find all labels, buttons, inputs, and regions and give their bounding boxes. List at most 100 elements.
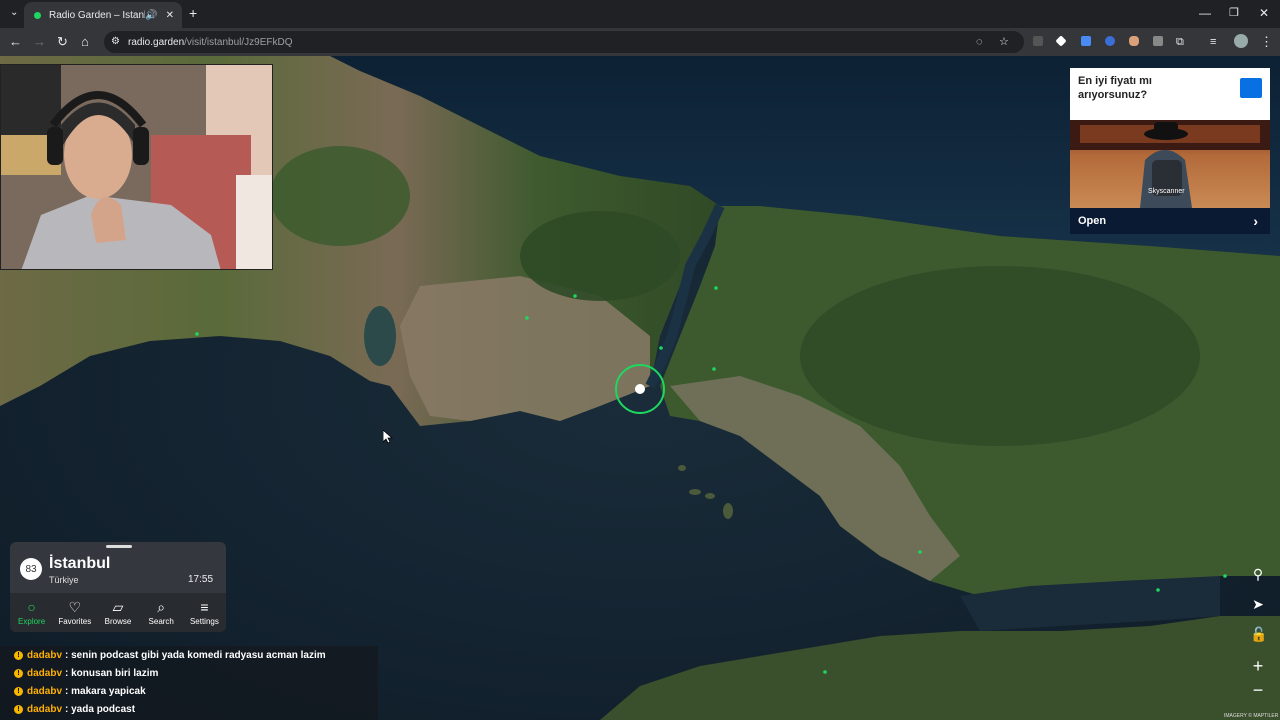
tab-search-icon[interactable]: ⌄ [10, 7, 18, 18]
extension-icon[interactable] [1153, 36, 1163, 46]
nav-label: Browse [104, 617, 132, 626]
station-dot[interactable] [573, 294, 577, 298]
chat-badge-icon: ! [14, 686, 23, 696]
heart-icon: ♡ [68, 599, 82, 615]
speaker-icon[interactable]: 🔊 [145, 10, 157, 21]
chat-text: : konusan biri lazim [65, 667, 159, 679]
chat-text: : yada podcast [65, 703, 136, 715]
nav-label: Explore [18, 617, 46, 626]
station-dot[interactable] [1156, 588, 1160, 592]
extension-icon[interactable] [1055, 35, 1067, 47]
forward-icon[interactable]: → [33, 34, 46, 50]
ad-headline: En iyi fiyatı mı arıyorsunuz? [1078, 75, 1152, 101]
station-dot[interactable] [659, 346, 663, 350]
nav-favorites[interactable]: ♡ Favorites [53, 593, 96, 632]
skyscanner-logo-icon [1240, 78, 1262, 98]
local-time: 17:55 [188, 574, 214, 585]
webcam-overlay [0, 64, 273, 270]
selected-station-dot[interactable] [635, 384, 645, 394]
station-dot[interactable] [195, 332, 199, 336]
chat-username: dadabv [27, 667, 63, 679]
ad-cta-label: Open [1078, 215, 1107, 227]
forest-area [270, 146, 410, 246]
island [689, 489, 701, 495]
explore-icon: ○ [27, 599, 36, 615]
nav-label: Search [148, 617, 174, 626]
city-name: İstanbul [49, 555, 111, 572]
station-dot[interactable] [712, 367, 716, 371]
ad-open-button[interactable]: Open › [1070, 208, 1270, 234]
extensions-puzzle-icon[interactable]: ⧉ [1176, 34, 1184, 50]
nav-explore[interactable]: ○ Explore [10, 593, 53, 632]
chat-message: ! dadabv : makara yapicak [14, 683, 146, 699]
browser-titlebar: ⌄ Radio Garden – İstanbul 🔊 ✕ + — ❐ ✕ [0, 0, 1280, 28]
search-icon: ⌕ [157, 599, 166, 615]
country-name: Türkiye [49, 575, 79, 585]
chat-message: ! dadabv : yada podcast [14, 701, 135, 717]
chat-username: dadabv [27, 649, 63, 661]
map-icon: ▱ [112, 599, 124, 615]
advertisement[interactable]: En iyi fiyatı mı arıyorsunuz? Skyscanner… [1070, 68, 1270, 234]
media-control-icon[interactable]: ≡ [1210, 34, 1216, 50]
island [723, 503, 733, 519]
station-dot[interactable] [918, 550, 922, 554]
nav-settings[interactable]: ≡ Settings [183, 593, 226, 632]
address-bar[interactable]: ⚙ radio.garden /visit/istanbul/Jz9EFkDQ … [104, 31, 1024, 53]
station-dot[interactable] [823, 670, 827, 674]
browser-toolbar: ← → ↻ ⌂ ⚙ radio.garden /visit/istanbul/J… [0, 28, 1280, 56]
chat-badge-icon: ! [14, 650, 23, 660]
station-dot[interactable] [714, 286, 718, 290]
zoom-in-icon[interactable]: + [1250, 656, 1266, 677]
island [705, 493, 715, 499]
nav-label: Settings [189, 617, 219, 626]
chat-message: ! dadabv : konusan biri lazim [14, 665, 158, 681]
stream-chat-overlay: ! dadabv : senin podcast gibi yada komed… [0, 646, 378, 720]
extension-icon[interactable] [1033, 36, 1043, 46]
locate-icon[interactable]: ➤ [1250, 596, 1266, 613]
window-close-icon[interactable]: ✕ [1259, 6, 1269, 20]
nav-browse[interactable]: ▱ Browse [96, 593, 139, 632]
mouse-cursor-icon [383, 430, 393, 444]
extension-icon[interactable] [1105, 36, 1115, 46]
globe-icon[interactable]: ⚲ [1250, 566, 1266, 583]
browser-menu-icon[interactable]: ⋮ [1260, 34, 1273, 50]
chevron-right-icon: › [1253, 213, 1258, 229]
bottom-nav: ○ Explore ♡ Favorites ▱ Browse ⌕ Search … [10, 593, 226, 632]
browser-tab[interactable]: Radio Garden – İstanbul 🔊 ✕ [24, 2, 182, 28]
extension-icon[interactable] [1081, 36, 1091, 46]
zoom-out-icon[interactable]: − [1250, 680, 1266, 701]
new-tab-icon[interactable]: + [189, 5, 197, 21]
chat-username: dadabv [27, 703, 63, 715]
eye-off-icon[interactable]: ◌ [976, 34, 983, 50]
bookmark-star-icon[interactable]: ☆ [999, 34, 1009, 50]
station-dot[interactable] [1223, 574, 1227, 578]
chat-badge-icon: ! [14, 668, 23, 678]
reload-icon[interactable]: ↻ [57, 34, 68, 50]
nav-label: Favorites [58, 617, 92, 626]
favicon-icon [34, 11, 41, 19]
restore-icon[interactable]: ❐ [1229, 6, 1239, 19]
close-tab-icon[interactable]: ✕ [166, 10, 174, 21]
belgrad-forest [520, 211, 680, 301]
chat-text: : makara yapicak [65, 685, 146, 697]
forest-area [800, 266, 1200, 446]
chat-text: : senin podcast gibi yada komedi radyasu… [65, 649, 326, 661]
url-host: radio.garden [128, 36, 185, 48]
map-attribution: IMAGERY © MAPTILER [1224, 713, 1279, 719]
minimize-icon[interactable]: — [1199, 6, 1211, 20]
tab-title: Radio Garden – İstanbul [49, 9, 145, 21]
webcam-image [1, 65, 272, 269]
panel-drag-handle[interactable] [106, 545, 132, 548]
lock-icon[interactable]: 🔓 [1250, 626, 1267, 643]
island [678, 465, 686, 471]
chat-username: dadabv [27, 685, 63, 697]
site-info-icon[interactable]: ⚙ [111, 34, 120, 50]
profile-avatar[interactable] [1234, 34, 1248, 48]
kucukcekmece-lake [364, 306, 396, 366]
back-icon[interactable]: ← [9, 34, 22, 50]
home-icon[interactable]: ⌂ [81, 34, 89, 50]
url-path: /visit/istanbul/Jz9EFkDQ [184, 36, 293, 48]
station-dot[interactable] [525, 316, 529, 320]
nav-search[interactable]: ⌕ Search [140, 593, 183, 632]
extension-icon[interactable] [1129, 36, 1139, 46]
